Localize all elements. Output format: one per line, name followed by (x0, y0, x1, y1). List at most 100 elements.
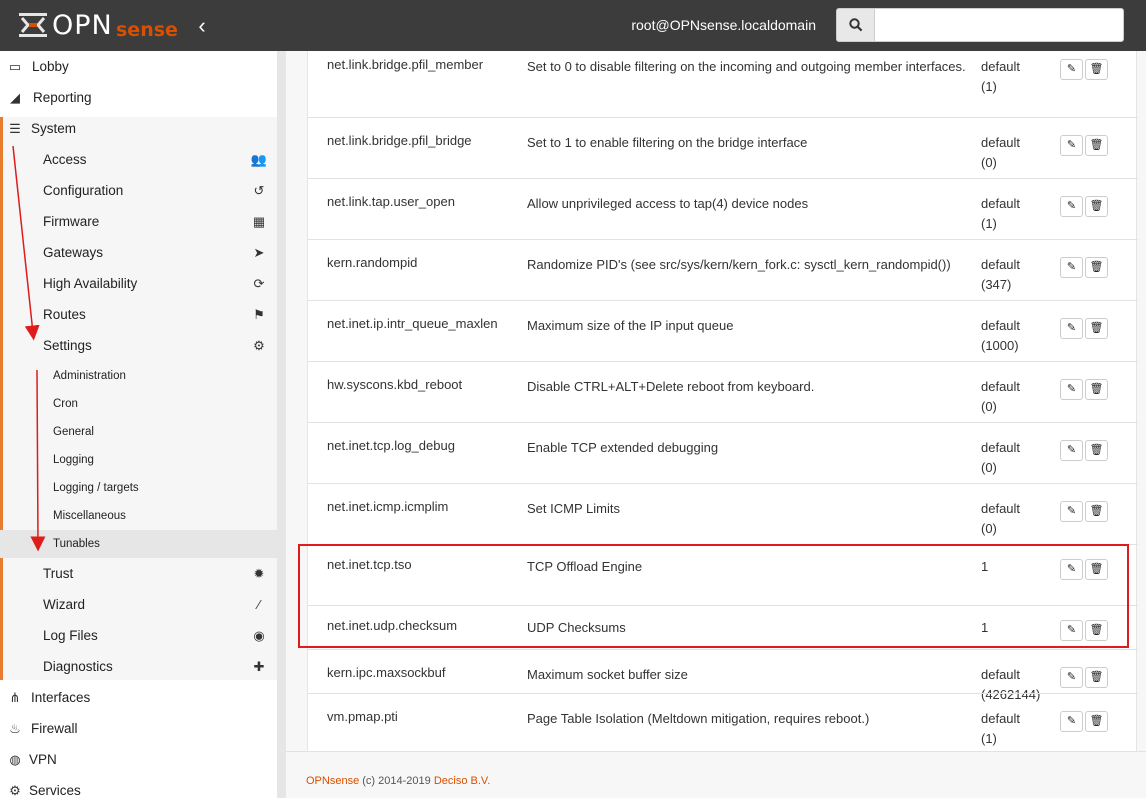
medkit-icon: ✚ (253, 659, 265, 674)
sidebar-item-label: Configuration (43, 183, 124, 198)
search-input[interactable] (874, 8, 1124, 42)
sidebar-item-reporting[interactable]: ◢ Reporting (0, 82, 277, 113)
tunable-default-value: (1) (981, 216, 997, 231)
trash-icon: 🗑 (1089, 261, 1104, 273)
delete-button[interactable]: 🗑 (1085, 711, 1108, 732)
edit-button[interactable]: ✎ (1060, 257, 1083, 278)
tunable-default-value: (0) (981, 155, 997, 170)
sidebar-item-lobby[interactable]: ▭ Lobby (0, 51, 277, 82)
trash-icon: 🗑 (1089, 505, 1104, 517)
delete-button[interactable]: 🗑 (1085, 318, 1108, 339)
tunable-value-line: default (981, 667, 1021, 682)
edit-button[interactable]: ✎ (1060, 440, 1083, 461)
sidebar-item-firmware[interactable]: Firmware ▦ (0, 206, 277, 237)
tunable-description: Set ICMP Limits (527, 501, 620, 516)
tunable-name: vm.pmap.pti (327, 709, 398, 724)
tunable-name: net.link.bridge.pfil_bridge (327, 133, 472, 148)
edit-button[interactable]: ✎ (1060, 196, 1083, 217)
sidebar-item-label: Diagnostics (43, 659, 113, 674)
edit-button[interactable]: ✎ (1060, 711, 1083, 732)
trash-icon: 🗑 (1089, 671, 1104, 683)
sidebar-item-logging-targets[interactable]: Logging / targets (0, 474, 277, 502)
sidebar-item-administration[interactable]: Administration (0, 362, 277, 390)
sidebar-item-log-files[interactable]: Log Files ◉ (0, 620, 277, 651)
delete-button[interactable]: 🗑 (1085, 501, 1108, 522)
sidebar-item-wizard[interactable]: Wizard ⁄ (0, 589, 277, 620)
sidebar-item-general[interactable]: General (0, 418, 277, 446)
tunable-description: Randomize PID's (see src/sys/kern/kern_f… (527, 257, 951, 272)
tunable-value-line: default (981, 379, 1021, 394)
eye-icon: ◉ (253, 628, 265, 643)
trash-icon: 🗑 (1089, 63, 1104, 75)
edit-button[interactable]: ✎ (1060, 379, 1083, 400)
sidebar-item-access[interactable]: Access 👥 (0, 144, 277, 175)
sidebar-item-label: Firewall (31, 721, 78, 736)
delete-button[interactable]: 🗑 (1085, 667, 1108, 688)
sidebar-item-diagnostics[interactable]: Diagnostics ✚ (0, 651, 277, 682)
sidebar-item-interfaces[interactable]: ⋔ Interfaces (0, 682, 277, 713)
location-arrow-icon: ➤ (253, 245, 265, 260)
sidebar-collapse-chevron-left-icon[interactable]: ‹ (193, 14, 211, 38)
sidebar-item-label: Cron (53, 398, 78, 410)
pencil-icon: ✎ (1066, 261, 1077, 273)
edit-button[interactable]: ✎ (1060, 59, 1083, 80)
delete-button[interactable]: 🗑 (1085, 135, 1108, 156)
delete-button[interactable]: 🗑 (1085, 59, 1108, 80)
delete-button[interactable]: 🗑 (1085, 440, 1108, 461)
top-navbar: OPN sense ‹ root@OPNsense.localdomain (0, 0, 1146, 51)
delete-button[interactable]: 🗑 (1085, 196, 1108, 217)
sidebar-item-logging[interactable]: Logging (0, 446, 277, 474)
sidebar-item-label: Miscellaneous (53, 510, 126, 522)
delete-button[interactable]: 🗑 (1085, 379, 1108, 400)
tunable-value: default (0) (981, 499, 1056, 539)
sidebar-item-high-availability[interactable]: High Availability ⟳ (0, 268, 277, 299)
row-actions: ✎ 🗑 (1060, 440, 1110, 461)
trash-icon: 🗑 (1089, 383, 1104, 395)
sidebar-item-gateways[interactable]: Gateways ➤ (0, 237, 277, 268)
magic-icon: ⁄ (257, 597, 261, 612)
edit-button[interactable]: ✎ (1060, 318, 1083, 339)
sidebar-item-trust[interactable]: Trust ✹ (0, 558, 277, 589)
tunable-description: Enable TCP extended debugging (527, 440, 719, 455)
footer-brand-link[interactable]: OPNsense (306, 775, 359, 787)
laptop-icon: ▭ (8, 59, 22, 74)
sidebar-item-label: Settings (43, 338, 92, 353)
sidebar-item-vpn[interactable]: ◍ VPN (0, 744, 277, 775)
logged-in-user[interactable]: root@OPNsense.localdomain (600, 17, 816, 33)
sidebar-item-miscellaneous[interactable]: Miscellaneous (0, 502, 277, 530)
tunable-name: kern.ipc.maxsockbuf (327, 665, 446, 680)
edit-button[interactable]: ✎ (1060, 135, 1083, 156)
search-button[interactable] (836, 8, 875, 42)
sidebar-item-label: Lobby (32, 59, 69, 74)
table-row: kern.ipc.maxsockbuf Maximum socket buffer… (308, 649, 1138, 702)
tunable-description: Set to 0 to disable filtering on the inc… (527, 59, 966, 74)
tunable-name: kern.randompid (327, 255, 418, 270)
table-row: net.inet.tcp.log_debug Enable TCP extende… (308, 422, 1138, 483)
pencil-icon: ✎ (1066, 505, 1077, 517)
sidebar-item-tunables[interactable]: Tunables (0, 530, 277, 558)
sidebar-item-firewall[interactable]: ♨ Firewall (0, 713, 277, 744)
table-row: vm.pmap.pti Page Table Isolation (Meltdow… (308, 693, 1138, 751)
sidebar-item-cron[interactable]: Cron (0, 390, 277, 418)
sidebar-item-system[interactable]: ☰ System (0, 113, 277, 144)
sitemap-icon: ⋔ (9, 690, 21, 705)
sidebar-item-routes[interactable]: Routes ⚑ (0, 299, 277, 330)
footer-copyright: (c) 2014-2019 (359, 775, 434, 787)
sidebar-item-settings[interactable]: Settings ⚙ (0, 330, 277, 361)
trash-icon: 🗑 (1089, 444, 1104, 456)
trash-icon: 🗑 (1089, 200, 1104, 212)
opnsense-logo[interactable]: OPN sense (16, 9, 178, 43)
tunable-value: default (0) (981, 377, 1056, 417)
sidebar-item-configuration[interactable]: Configuration ↺ (0, 175, 277, 206)
highlight-box (298, 544, 1129, 648)
edit-button[interactable]: ✎ (1060, 501, 1083, 522)
tunable-default-value: (1) (981, 79, 997, 94)
footer-company-link[interactable]: Deciso B.V. (434, 775, 490, 787)
tunable-default-value: (347) (981, 277, 1012, 292)
map-signs-icon: ⚑ (253, 307, 265, 322)
delete-button[interactable]: 🗑 (1085, 257, 1108, 278)
sidebar-scrollbar[interactable] (277, 51, 286, 798)
edit-button[interactable]: ✎ (1060, 667, 1083, 688)
tunable-value-line: default (981, 440, 1021, 455)
sidebar-item-services[interactable]: ⚙ Services (0, 775, 277, 798)
